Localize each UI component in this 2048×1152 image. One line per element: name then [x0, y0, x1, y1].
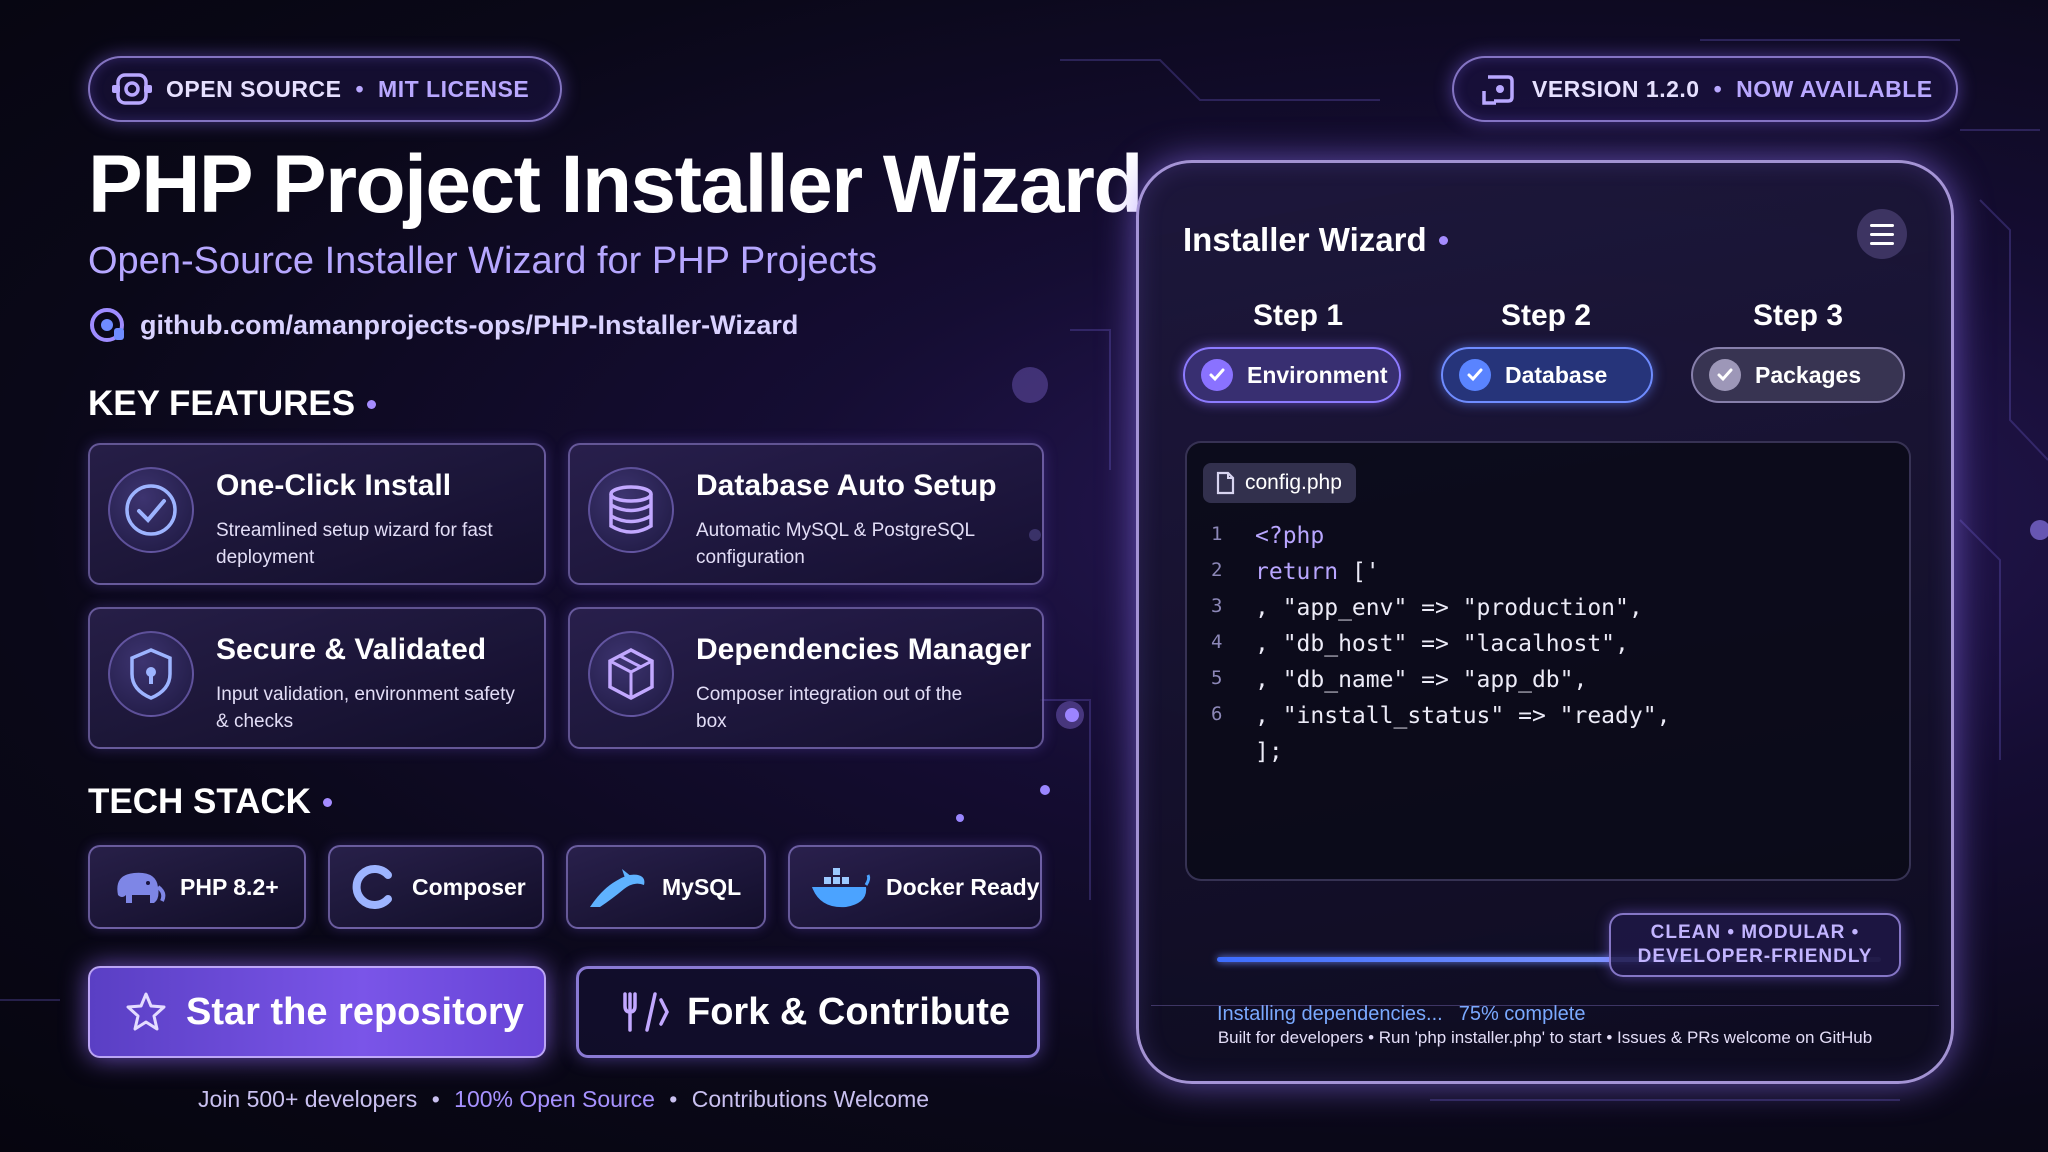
- footer-separator: •: [431, 1086, 440, 1112]
- page-title: PHP Project Installer Wizard: [88, 139, 1144, 230]
- step-name: Environment: [1247, 361, 1388, 388]
- feature-title: One-Click Install: [216, 469, 452, 502]
- check-icon: [1201, 359, 1233, 391]
- check-icon: [1459, 359, 1491, 391]
- fork-button-label: Fork & Contribute: [687, 990, 1010, 1033]
- open-source-badge: OPEN SOURCE • MIT LICENSE: [88, 56, 562, 122]
- file-tab[interactable]: config.php: [1203, 463, 1356, 503]
- feature-desc: Automatic MySQL & PostgreSQL configurati…: [696, 520, 975, 568]
- code-line: 6, "install_status" => "ready",: [1211, 703, 1671, 729]
- check-circle-icon: [108, 467, 194, 553]
- file-icon: [1216, 471, 1235, 495]
- feature-desc: Streamlined setup wizard for fast deploy…: [216, 520, 493, 568]
- database-icon: [588, 467, 674, 553]
- code-line: 3, "app_env" => "production",: [1211, 595, 1643, 621]
- code-editor: config.php 1 <?php 2 return [' 3, "app_env…: [1185, 441, 1911, 1025]
- tech-heading: TECH STACK: [88, 782, 332, 822]
- features-heading: KEY FEATURES: [88, 384, 377, 424]
- repo-link[interactable]: github.com/amanprojects-ops/PHP-Installe…: [88, 306, 798, 344]
- step-1-label: Step 1: [1253, 299, 1344, 332]
- clean-modular-badge: CLEAN • MODULAR • DEVELOPER-FRIENDLY: [1609, 913, 1901, 977]
- feature-card-dependencies: Dependencies Manager Composer integratio…: [568, 607, 1044, 749]
- docker-whale-icon: [812, 868, 871, 908]
- page-subtitle: Open-Source Installer Wizard for PHP Pro…: [88, 240, 878, 282]
- code-line: 2 return [': [1211, 559, 1380, 585]
- features-heading-text: KEY FEATURES: [88, 384, 356, 423]
- version-label: VERSION 1.2.0: [1532, 75, 1700, 102]
- file-name: config.php: [1245, 471, 1342, 494]
- check-icon: [1709, 359, 1741, 391]
- repo-url[interactable]: github.com/amanprojects-ops/PHP-Installe…: [140, 310, 798, 341]
- github-icon: [90, 308, 124, 342]
- badge-line-1: CLEAN • MODULAR •: [1650, 922, 1860, 943]
- availability-label: NOW AVAILABLE: [1736, 75, 1933, 102]
- license-label: MIT LICENSE: [378, 75, 530, 102]
- code-line: ];: [1255, 739, 1283, 765]
- heading-dot: [367, 399, 377, 409]
- step-name: Packages: [1755, 361, 1862, 388]
- feature-card-one-click: One-Click Install Streamlined setup wiza…: [88, 443, 546, 585]
- composer-icon: [352, 865, 392, 909]
- panel-footer: Built for developers • Run 'php installe…: [1151, 1005, 1939, 1069]
- badge-separator: •: [1713, 75, 1723, 102]
- installer-panel: Installer Wizard Step 1 Step 2 Step 3 En…: [1136, 160, 1954, 1084]
- tech-heading-text: TECH STACK: [88, 782, 311, 821]
- tech-label: Composer: [412, 873, 526, 900]
- tech-mysql: MySQL: [566, 845, 766, 929]
- php-elephant-icon: [117, 872, 166, 903]
- star-repo-button[interactable]: Star the repository: [88, 966, 546, 1058]
- code-line: 4, "db_host" => "lacalhost",: [1211, 631, 1629, 657]
- footer-join: Join 500+ developers: [198, 1086, 418, 1112]
- code-line: 1 <?php: [1211, 523, 1325, 549]
- package-icon: [588, 631, 674, 717]
- feature-card-secure: Secure & Validated Input validation, env…: [88, 607, 546, 749]
- feature-title: Database Auto Setup: [696, 469, 997, 502]
- release-icon: [1482, 75, 1514, 105]
- tech-label: Docker Ready: [886, 873, 1040, 900]
- tech-php: PHP 8.2+: [88, 845, 306, 929]
- feature-desc: Input validation, environment safety & c…: [216, 684, 515, 732]
- step-environment[interactable]: Environment: [1183, 347, 1401, 403]
- footer-separator: •: [669, 1086, 678, 1112]
- badge-separator: •: [355, 75, 365, 102]
- version-badge: VERSION 1.2.0 • NOW AVAILABLE: [1452, 56, 1958, 122]
- heading-dot: [322, 797, 332, 807]
- tech-composer: Composer: [328, 845, 544, 929]
- star-button-label: Star the repository: [186, 990, 524, 1033]
- fork-contribute-button[interactable]: Fork & Contribute: [576, 966, 1040, 1058]
- tech-docker: Docker Ready: [788, 845, 1042, 929]
- step-2-label: Step 2: [1501, 299, 1592, 332]
- feature-title: Dependencies Manager: [696, 633, 1032, 666]
- badge-line-2: DEVELOPER-FRIENDLY: [1637, 946, 1873, 967]
- footer-contrib: Contributions Welcome: [691, 1086, 930, 1112]
- mysql-dolphin-icon: [590, 869, 645, 907]
- tech-label: MySQL: [662, 873, 742, 900]
- shield-icon: [108, 631, 194, 717]
- step-packages[interactable]: Packages: [1691, 347, 1905, 403]
- title-dot: [1438, 235, 1448, 245]
- open-source-label: OPEN SOURCE: [166, 75, 342, 102]
- feature-desc: Composer integration out of the box: [696, 684, 963, 732]
- step-database[interactable]: Database: [1441, 347, 1653, 403]
- footer-open-source: 100% Open Source: [454, 1086, 655, 1112]
- star-icon: [126, 992, 166, 1031]
- wizard-title: Installer Wizard: [1183, 221, 1448, 259]
- step-3-label: Step 3: [1753, 299, 1844, 332]
- step-name: Database: [1505, 361, 1608, 388]
- tech-label: PHP 8.2+: [180, 873, 279, 900]
- fork-icon: [623, 992, 669, 1032]
- hamburger-menu-icon[interactable]: [1857, 209, 1907, 259]
- feature-title: Secure & Validated: [216, 633, 487, 666]
- code-line: 5, "db_name" => "app_db",: [1211, 667, 1588, 693]
- feature-card-database: Database Auto Setup Automatic MySQL & Po…: [568, 443, 1044, 585]
- code-repo-icon: [112, 73, 152, 105]
- wizard-title-text: Installer Wizard: [1183, 221, 1427, 258]
- community-footer: Join 500+ developers • 100% Open Source …: [198, 1086, 929, 1113]
